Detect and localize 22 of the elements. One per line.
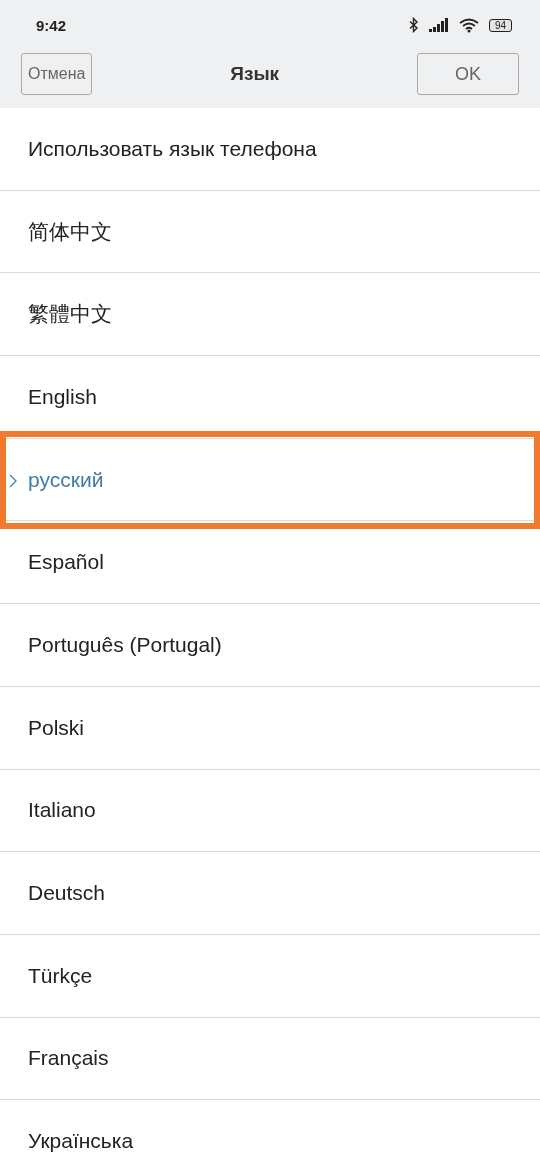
language-item[interactable]: Español (0, 521, 540, 605)
language-item[interactable]: русский (0, 438, 540, 522)
language-item[interactable]: English (0, 356, 540, 439)
language-item[interactable]: 繁體中文 (0, 273, 540, 357)
language-item[interactable]: Polski (0, 686, 540, 770)
language-item[interactable]: 简体中文 (0, 190, 540, 274)
bluetooth-icon (408, 17, 419, 33)
battery-indicator: 94 (488, 18, 512, 32)
language-item[interactable]: Использовать язык телефона (0, 108, 540, 191)
language-item[interactable]: Italiano (0, 769, 540, 853)
language-item[interactable]: Français (0, 1017, 540, 1101)
language-item[interactable]: Türkçe (0, 934, 540, 1018)
screen-title: Язык (230, 63, 280, 85)
wifi-icon (458, 17, 479, 33)
ok-button[interactable]: OK (417, 53, 519, 95)
language-item[interactable]: Українська (0, 1100, 540, 1170)
chevron-icon (9, 473, 17, 488)
cancel-button[interactable]: Отмена (21, 53, 93, 95)
language-item[interactable]: Deutsch (0, 852, 540, 935)
status-time: 9:42 (36, 16, 67, 34)
language-item[interactable]: Português (Portugal) (0, 604, 540, 687)
signal-icon (428, 18, 449, 32)
